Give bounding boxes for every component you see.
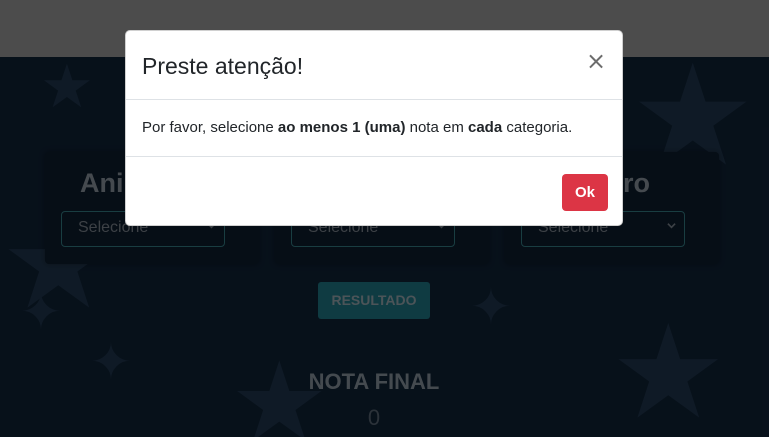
message-text: categoria. <box>502 119 573 136</box>
alert-modal: Preste atenção! × Por favor, selecione a… <box>125 30 623 226</box>
message-emphasis: cada <box>468 119 503 136</box>
modal-header: Preste atenção! × <box>126 31 622 100</box>
modal-message: Por favor, selecione ao menos 1 (uma) no… <box>142 119 612 136</box>
message-emphasis: ao menos 1 (uma) <box>277 119 406 136</box>
ok-button[interactable]: Ok <box>562 174 608 211</box>
message-text: Por favor, selecione <box>142 119 278 136</box>
message-text: nota em <box>405 119 468 136</box>
close-icon[interactable]: × <box>584 49 608 73</box>
modal-footer: Ok <box>126 156 622 226</box>
modal-title: Preste atenção! <box>142 53 304 79</box>
